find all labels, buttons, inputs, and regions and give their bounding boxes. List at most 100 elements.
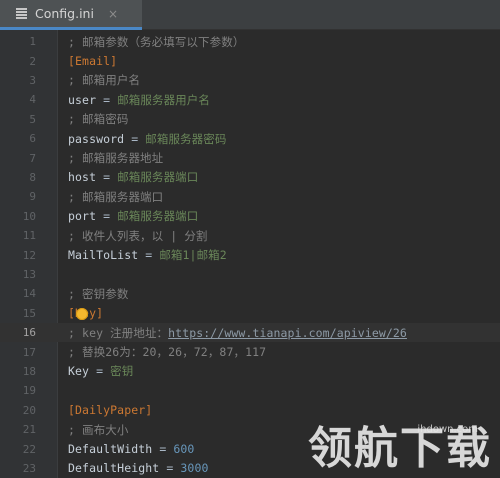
code-text: ; 邮箱服务器端口 bbox=[68, 189, 163, 205]
token-key: DefaultWidth bbox=[68, 442, 153, 457]
code-line[interactable]: 13 bbox=[0, 265, 500, 284]
token-val: 邮箱服务器端口 bbox=[117, 209, 199, 224]
code-text: ; 邮箱密码 bbox=[68, 111, 128, 127]
token-key: user bbox=[68, 92, 97, 107]
token-comment: ; key 注册地址： bbox=[68, 325, 169, 340]
code-text: ; 邮箱服务器地址 bbox=[68, 150, 163, 166]
line-number: 5 bbox=[29, 112, 36, 126]
close-icon[interactable]: × bbox=[108, 7, 118, 21]
token-comment: ; 替换26为：20，26，72，87，117 bbox=[68, 345, 267, 360]
code-editor[interactable]: 1 ; 邮箱参数（务必填写以下参数） 2 [Email] 3 ; 邮箱用户名 4 user =… bbox=[0, 30, 500, 478]
code-text: MailToList = 邮箱1|邮箱2 bbox=[68, 247, 227, 263]
code-line[interactable]: 9 ; 邮箱服务器端口 bbox=[0, 187, 500, 206]
token-comment: ; 密钥参数 bbox=[68, 286, 129, 301]
line-number: 6 bbox=[29, 132, 36, 146]
line-number: 7 bbox=[29, 151, 36, 165]
code-text: DefaultHeight = 3000 bbox=[68, 461, 209, 475]
code-text: port = 邮箱服务器端口 bbox=[68, 208, 198, 224]
line-number: 21 bbox=[22, 423, 36, 437]
code-line[interactable]: 2 [Email] bbox=[0, 51, 500, 70]
token-op: = bbox=[96, 209, 118, 224]
watermark-logo: 领航下载 bbox=[308, 423, 492, 474]
token-num: 600 bbox=[173, 442, 195, 457]
code-line[interactable]: 1 ; 邮箱参数（务必填写以下参数） bbox=[0, 32, 500, 51]
token-comment: ; 邮箱用户名 bbox=[68, 73, 141, 88]
code-line[interactable]: 10 port = 邮箱服务器端口 bbox=[0, 207, 500, 226]
line-number: 13 bbox=[22, 267, 36, 281]
line-number: 17 bbox=[22, 345, 36, 359]
token-comment: ; 邮箱服务器端口 bbox=[68, 189, 164, 204]
token-op: = bbox=[124, 131, 146, 146]
code-line[interactable]: 7 ; 邮箱服务器地址 bbox=[0, 148, 500, 167]
code-text: password = 邮箱服务器密码 bbox=[68, 131, 226, 147]
line-number: 10 bbox=[22, 209, 36, 223]
code-text: ; 画布大小 bbox=[68, 422, 128, 438]
code-text: user = 邮箱服务器用户名 bbox=[68, 92, 210, 108]
token-key: password bbox=[68, 131, 125, 146]
token-key: Key bbox=[68, 364, 90, 379]
code-line[interactable]: 20 [DailyPaper] bbox=[0, 401, 500, 420]
token-key: port bbox=[68, 209, 97, 224]
token-key: DefaultHeight bbox=[68, 461, 160, 476]
code-line[interactable]: 3 ; 邮箱用户名 bbox=[0, 71, 500, 90]
editor-window: Config.ini × 1 ; 邮箱参数（务必填写以下参数） 2 [Email] 3;… bbox=[0, 0, 500, 478]
code-line[interactable]: 16 ; key 注册地址：https://www.tianapi.com/api… bbox=[0, 323, 500, 343]
token-key: host bbox=[68, 170, 97, 185]
code-line[interactable]: 12 MailToList = 邮箱1|邮箱2 bbox=[0, 245, 500, 264]
token-val: 邮箱服务器用户名 bbox=[117, 92, 210, 107]
line-number: 11 bbox=[22, 229, 36, 243]
token-op: = bbox=[96, 170, 118, 185]
token-val: 邮箱1|邮箱2 bbox=[159, 248, 227, 263]
line-number: 14 bbox=[22, 287, 36, 301]
ini-file-icon bbox=[16, 8, 27, 19]
code-text: host = 邮箱服务器端口 bbox=[68, 169, 198, 185]
token-val: 密钥 bbox=[110, 364, 134, 379]
code-line[interactable]: 6 password = 邮箱服务器密码 bbox=[0, 129, 500, 148]
code-line[interactable]: 4 user = 邮箱服务器用户名 bbox=[0, 90, 500, 109]
code-line[interactable]: 8 host = 邮箱服务器端口 bbox=[0, 168, 500, 187]
code-text: [DailyPaper] bbox=[68, 403, 152, 417]
token-url[interactable]: https://www.tianapi.com/apiview/26 bbox=[168, 326, 407, 340]
lightbulb-icon[interactable] bbox=[76, 307, 88, 320]
line-number: 1 bbox=[29, 35, 36, 49]
code-line[interactable]: 18 Key = 密钥 bbox=[0, 362, 500, 381]
token-section: [DailyPaper] bbox=[68, 403, 153, 418]
line-number: 8 bbox=[29, 170, 36, 184]
code-line[interactable]: 15[Key] bbox=[0, 304, 500, 323]
code-line[interactable]: 19 bbox=[0, 381, 500, 400]
code-text: ; 邮箱用户名 bbox=[68, 72, 140, 88]
token-val: 邮箱服务器端口 bbox=[117, 170, 199, 185]
line-number: 22 bbox=[22, 442, 36, 456]
code-line[interactable]: 11 ; 收件人列表，以 | 分割 bbox=[0, 226, 500, 245]
line-number: 19 bbox=[22, 384, 36, 398]
token-op: = bbox=[152, 442, 174, 457]
code-text: Key = 密钥 bbox=[68, 363, 133, 379]
code-line[interactable]: 5 ; 邮箱密码 bbox=[0, 110, 500, 129]
line-number: 9 bbox=[29, 190, 36, 204]
token-key: MailToList bbox=[68, 248, 139, 263]
token-val: 邮箱服务器密码 bbox=[145, 131, 227, 146]
line-number: 3 bbox=[29, 73, 36, 87]
line-number: 16 bbox=[22, 326, 36, 340]
line-number: 12 bbox=[22, 248, 36, 262]
line-number: 23 bbox=[22, 461, 36, 475]
token-op: = bbox=[89, 364, 111, 379]
line-number: 15 bbox=[22, 306, 36, 320]
code-line[interactable]: 17 ; 替换26为：20，26，72，87，117 bbox=[0, 342, 500, 361]
token-op: = bbox=[159, 461, 181, 476]
token-comment: ; 邮箱参数（务必填写以下参数） bbox=[68, 34, 245, 49]
token-comment: ; 邮箱密码 bbox=[68, 112, 129, 127]
tab-label: Config.ini bbox=[35, 6, 94, 21]
tab-config-ini[interactable]: Config.ini × bbox=[0, 0, 142, 30]
line-number: 4 bbox=[29, 93, 36, 107]
code-line[interactable]: 14 ; 密钥参数 bbox=[0, 284, 500, 303]
token-comment: ; 收件人列表，以 | 分割 bbox=[68, 228, 208, 243]
line-number: 20 bbox=[22, 403, 36, 417]
code-text: ; 邮箱参数（务必填写以下参数） bbox=[68, 34, 244, 50]
token-section: [Email] bbox=[68, 54, 118, 69]
token-num: 3000 bbox=[180, 461, 209, 476]
token-comment: ; 邮箱服务器地址 bbox=[68, 151, 164, 166]
code-text: DefaultWidth = 600 bbox=[68, 442, 194, 456]
code-text: ; 替换26为：20，26，72，87，117 bbox=[68, 344, 266, 360]
token-op: = bbox=[138, 248, 160, 263]
